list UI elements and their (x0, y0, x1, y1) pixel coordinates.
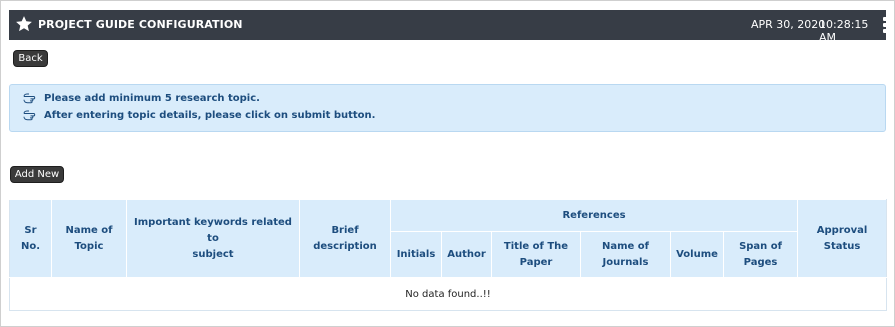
header-date: APR 30, 2020 (751, 18, 826, 31)
column-header-topic: Name of Topic (51, 199, 127, 278)
info-line: After entering topic details, please cli… (23, 110, 375, 121)
page-header: PROJECT GUIDE CONFIGURATION APR 30, 2020… (9, 10, 887, 44)
info-text-1: Please add minimum 5 research topic. (44, 93, 260, 104)
column-header-author: Author (441, 231, 492, 278)
column-header-sr-no: Sr No. (9, 199, 52, 278)
more-options-icon[interactable] (883, 17, 887, 33)
column-header-initials: Initials (390, 231, 442, 278)
empty-table-message: No data found..!! (8, 277, 888, 311)
info-line: Please add minimum 5 research topic. (23, 93, 260, 104)
page-title: PROJECT GUIDE CONFIGURATION (38, 18, 243, 31)
pointing-hand-icon (23, 110, 36, 121)
column-header-pages: Span of Pages (722, 231, 799, 278)
column-header-brief: Brief description (299, 199, 391, 278)
column-header-paper-title: Title of The Paper (491, 231, 581, 278)
pointing-hand-icon (23, 93, 36, 104)
add-new-button[interactable]: Add New (10, 166, 64, 183)
column-header-keywords: Important keywords related to subject (126, 199, 300, 278)
info-text-2: After entering topic details, please cli… (44, 110, 376, 121)
column-header-approval: Approval Status (797, 199, 888, 278)
column-header-references: References (389, 199, 799, 232)
star-icon (16, 16, 32, 32)
info-panel: Please add minimum 5 research topic. Aft… (9, 84, 886, 132)
column-header-journals: Name of Journals (580, 231, 671, 278)
back-button[interactable]: Back (13, 50, 48, 67)
column-header-volume: Volume (670, 231, 724, 278)
topics-table: Sr No. Name of Topic Important keywords re… (8, 199, 888, 311)
header-time: 10:28:15 AM (819, 18, 869, 44)
